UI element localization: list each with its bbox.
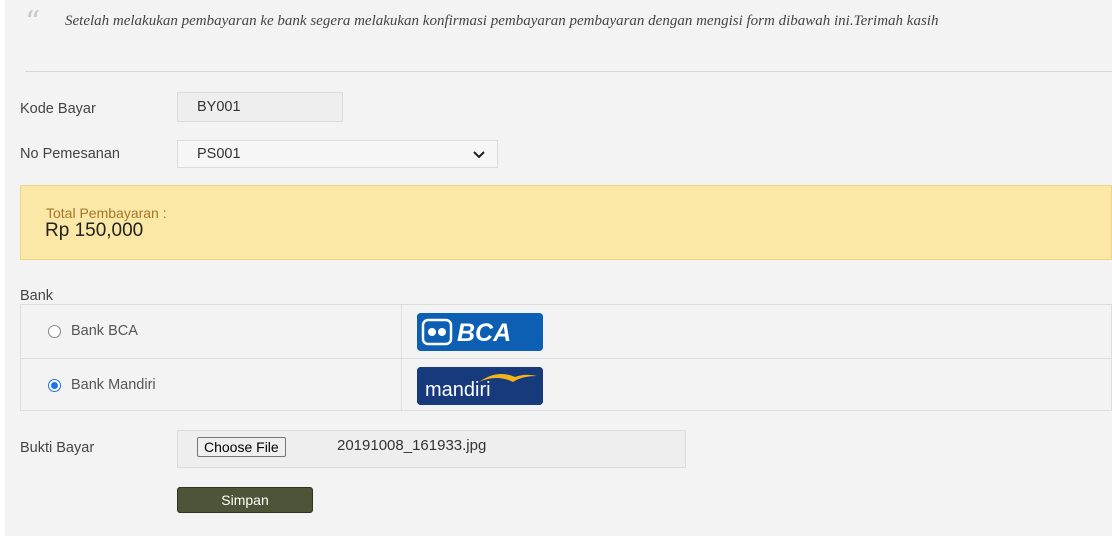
divider (25, 71, 1112, 72)
no-pemesanan-value: PS001 (197, 146, 241, 162)
notice-text: Setelah melakukan pembayaran ke bank seg… (65, 13, 939, 29)
kode-bayar-field[interactable]: BY001 (177, 92, 343, 122)
bank-mandiri-radio[interactable] (48, 379, 61, 392)
bank-mandiri-label: Bank Mandiri (71, 377, 156, 393)
mandiri-logo: mandiri (417, 367, 543, 405)
no-pemesanan-select[interactable]: PS001 (177, 140, 498, 168)
bank-bca-radio[interactable] (48, 325, 61, 338)
bukti-bayar-file-input[interactable]: Choose File 20191008_161933.jpg (177, 430, 686, 468)
bank-bca-label: Bank BCA (71, 323, 138, 339)
kode-bayar-label: Kode Bayar (20, 101, 96, 117)
bca-logo: BCA (417, 313, 543, 351)
payment-confirmation-panel: “ Setelah melakukan pembayaran ke bank s… (5, 0, 1112, 536)
bukti-bayar-label: Bukti Bayar (20, 440, 95, 456)
selected-file-name: 20191008_161933.jpg (337, 437, 487, 454)
svg-text:mandiri: mandiri (425, 379, 491, 401)
simpan-button[interactable]: Simpan (177, 487, 313, 513)
total-label: Total Pembayaran : (46, 205, 167, 221)
total-value: Rp 150,000 (45, 220, 144, 241)
bank-label: Bank (20, 288, 54, 304)
bank-option-bca[interactable]: Bank BCA BCA (21, 305, 1111, 359)
choose-file-button[interactable]: Choose File (197, 437, 286, 457)
no-pemesanan-label: No Pemesanan (20, 146, 120, 162)
bank-options-table: Bank BCA BCA Bank Mandiri mandiri (20, 304, 1112, 411)
bank-option-mandiri[interactable]: Bank Mandiri mandiri (21, 359, 1111, 412)
svg-text:BCA: BCA (457, 319, 511, 347)
total-alert: Total Pembayaran : Rp 150,000 (20, 185, 1112, 260)
quote-icon: “ (25, 5, 41, 40)
chevron-down-icon (473, 141, 485, 159)
